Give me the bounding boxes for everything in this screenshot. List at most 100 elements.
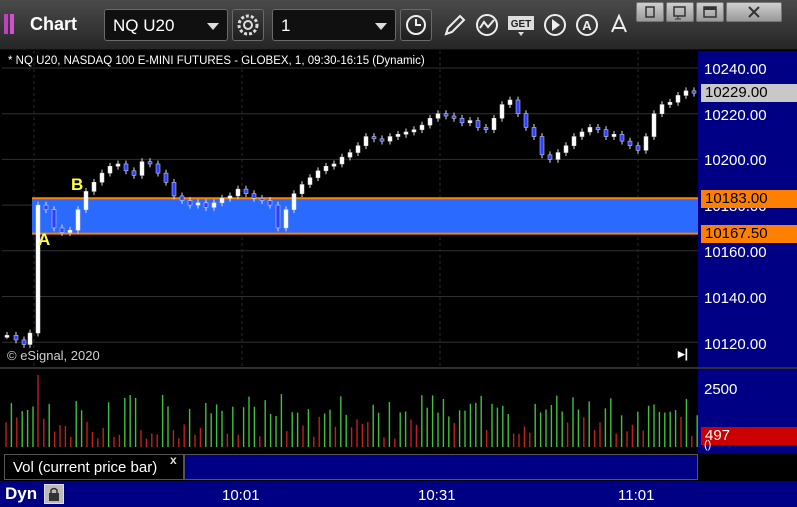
- candle-body: [491, 118, 497, 130]
- candle-body: [443, 113, 449, 117]
- candle-body: [347, 152, 353, 158]
- minimize-icon: [703, 6, 717, 18]
- chart-header: * NQ U20, NASDAQ 100 E-MINI FUTURES - GL…: [8, 55, 425, 67]
- interval-combo[interactable]: 1: [272, 9, 396, 41]
- candle-body: [451, 115, 457, 119]
- candle-body: [155, 163, 161, 174]
- candle-body: [43, 204, 49, 210]
- candle-body: [515, 99, 521, 114]
- candle-body: [115, 163, 121, 167]
- lock-icon[interactable]: [44, 484, 64, 504]
- candle-body: [635, 145, 641, 151]
- pin-icon: [645, 6, 655, 18]
- candle-body: [411, 129, 417, 133]
- time-tick: 11:01: [618, 487, 655, 504]
- get-data-button[interactable]: GET: [506, 10, 536, 40]
- candle-body: [531, 127, 537, 137]
- candle-body: [21, 339, 27, 345]
- candle-body: [387, 136, 393, 142]
- candle-body: [163, 172, 169, 183]
- symbol-combo[interactable]: NQ U20: [104, 9, 228, 41]
- candle-body: [123, 163, 129, 172]
- candle-body: [13, 335, 19, 341]
- restore-window-button[interactable]: [666, 2, 694, 22]
- candle-body: [235, 188, 241, 197]
- candle-body: [331, 163, 337, 167]
- candle-body: [107, 166, 113, 174]
- lower-level-tag: 10167.50: [701, 225, 797, 243]
- candle-body: [483, 127, 489, 130]
- indicator-icon: [476, 14, 498, 36]
- volume-pane[interactable]: [2, 369, 698, 453]
- price-plot: [2, 51, 698, 367]
- candle-body: [667, 102, 673, 105]
- candle-body: [283, 209, 289, 229]
- time-tick: 10:01: [222, 487, 260, 504]
- candle-body: [427, 118, 433, 126]
- last-price-tag: 10229.00: [701, 84, 797, 102]
- alerts-button[interactable]: A: [572, 10, 602, 40]
- minimize-window-button[interactable]: [696, 2, 724, 22]
- candle-body: [595, 127, 601, 130]
- close-window-button[interactable]: [726, 2, 782, 22]
- candle-body: [179, 195, 185, 201]
- candle-body: [211, 202, 217, 208]
- dynamic-mode-label[interactable]: Dyn: [5, 484, 37, 504]
- study-strip: [184, 454, 698, 480]
- candle-body: [243, 188, 249, 194]
- study-label[interactable]: Vol (current price bar): [4, 454, 184, 480]
- candle-body: [563, 145, 569, 153]
- candle-body: [419, 124, 425, 130]
- candle-body: [99, 172, 105, 183]
- candle-body: [51, 209, 57, 229]
- chart-app-icon: [4, 14, 20, 34]
- candle-body: [571, 136, 577, 146]
- cursor-button[interactable]: [604, 10, 634, 40]
- study-label-text: Vol (current price bar): [13, 459, 158, 476]
- candle-body: [459, 118, 465, 124]
- pencil-icon: [444, 14, 466, 36]
- time-button[interactable]: [400, 9, 432, 41]
- cursor-icon: [611, 13, 627, 33]
- candle-body: [643, 136, 649, 151]
- volume-tick: 2500: [704, 381, 738, 398]
- candle-body: [579, 131, 585, 137]
- pin-window-button[interactable]: [636, 2, 664, 22]
- candle-body: [275, 204, 281, 229]
- candle-body: [675, 95, 681, 103]
- gear-icon: [237, 14, 259, 36]
- settings-button[interactable]: [232, 9, 264, 41]
- price-chart[interactable]: [2, 51, 698, 367]
- level-band: [32, 198, 698, 234]
- label-b: B: [71, 175, 84, 194]
- price-tick: 10140.00: [704, 290, 767, 307]
- candle-body: [379, 138, 385, 142]
- candle-body: [683, 90, 689, 96]
- alert-icon: A: [576, 14, 598, 36]
- candle-body: [307, 177, 313, 185]
- candle-body: [315, 170, 321, 178]
- last-volume-tag: 497: [701, 427, 797, 445]
- candle-body: [27, 332, 33, 345]
- candle-body: [499, 104, 505, 119]
- time-axis[interactable]: [0, 481, 797, 507]
- scroll-to-end-icon[interactable]: ▸|: [678, 346, 688, 362]
- studies-button[interactable]: [472, 10, 502, 40]
- candle-body: [339, 156, 345, 165]
- study-close-icon[interactable]: x: [170, 453, 177, 467]
- replay-button[interactable]: [540, 10, 570, 40]
- candle-body: [67, 229, 73, 233]
- candle-body: [555, 152, 561, 160]
- draw-button[interactable]: [440, 10, 470, 40]
- candle-body: [627, 140, 633, 146]
- interval-value: 1: [281, 16, 291, 35]
- candle-body: [83, 191, 89, 210]
- candle-body: [251, 193, 257, 199]
- price-tick: 10200.00: [704, 152, 767, 169]
- candle-body: [651, 113, 657, 137]
- symbol-value: NQ U20: [113, 16, 175, 35]
- copyright: © eSignal, 2020: [7, 348, 100, 363]
- candle-body: [355, 145, 361, 153]
- get-icon: GET: [508, 16, 534, 36]
- play-icon: [544, 14, 566, 36]
